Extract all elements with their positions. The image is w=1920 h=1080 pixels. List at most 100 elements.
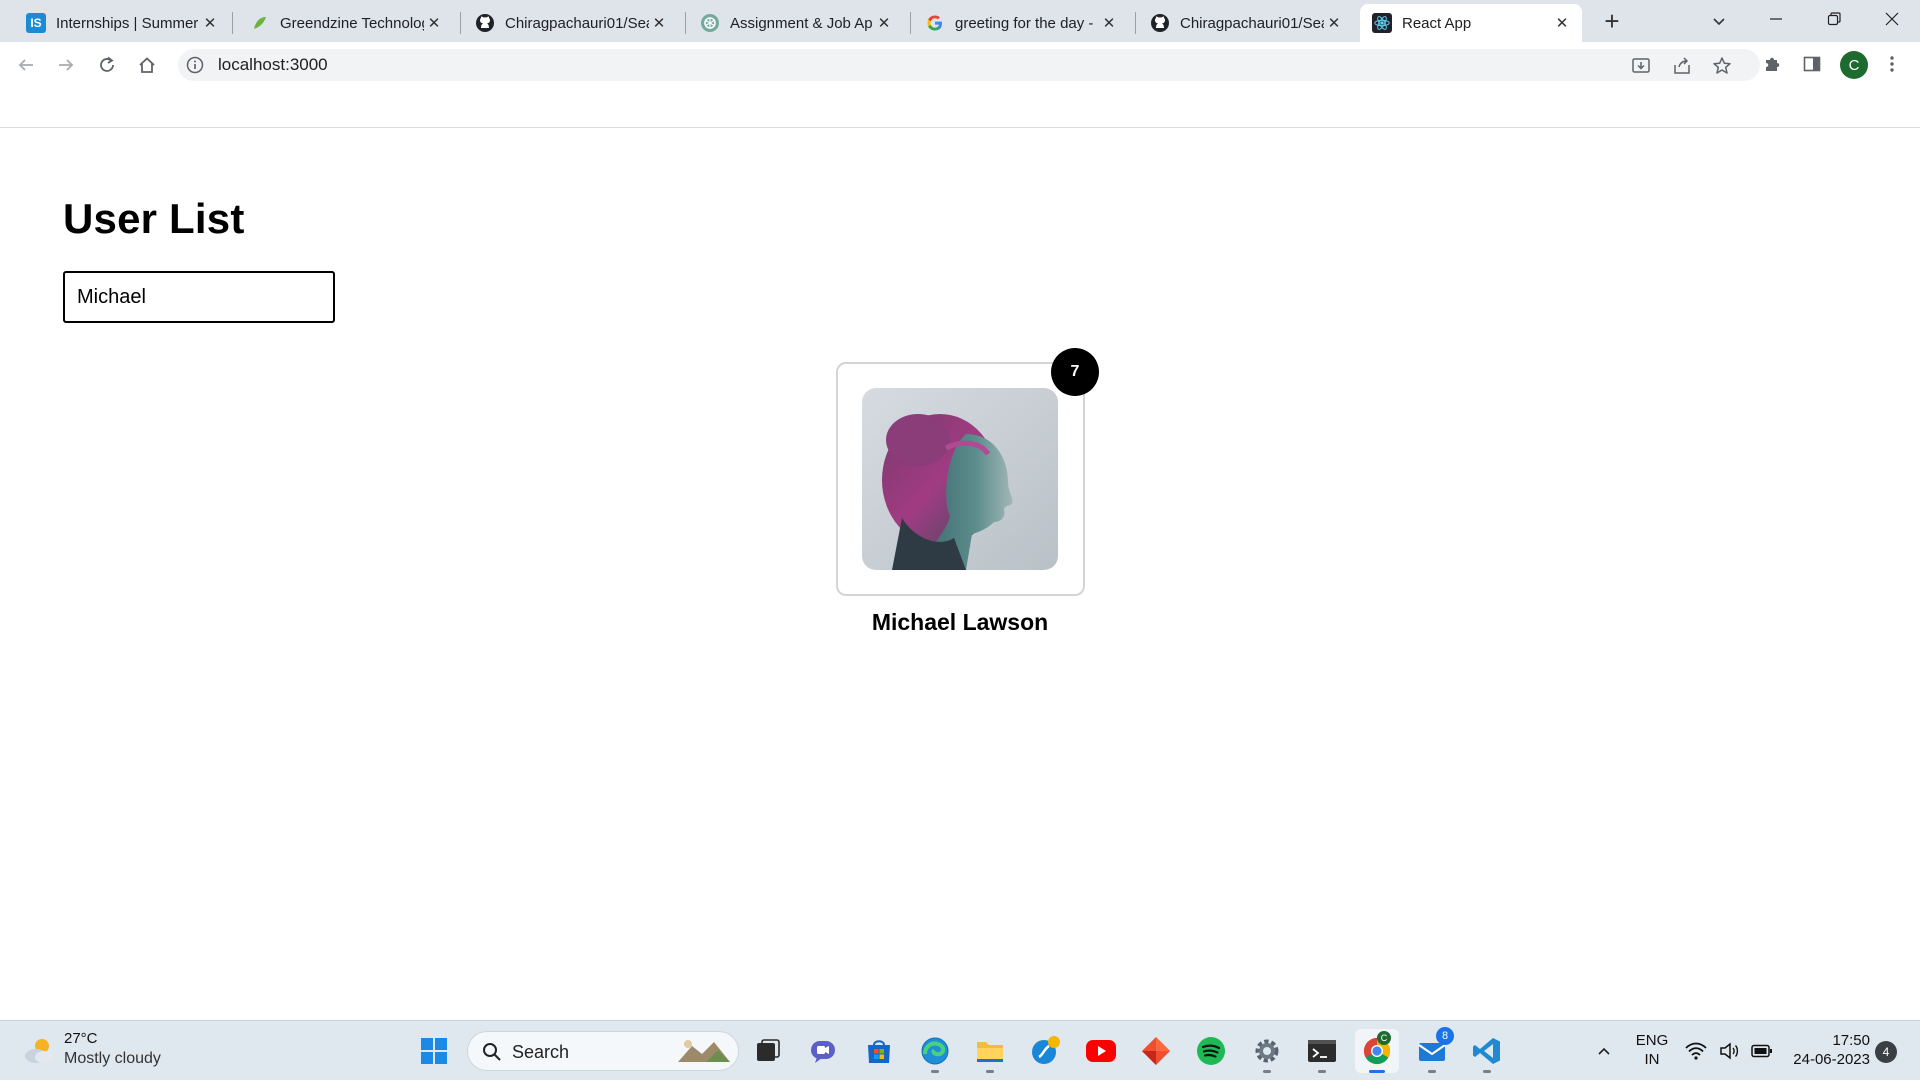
weather-condition: Mostly cloudy (64, 1050, 161, 1067)
microsoft-store-button[interactable] (857, 1029, 901, 1073)
forward-button[interactable] (50, 49, 82, 81)
react-icon (1372, 13, 1392, 33)
tab-separator (460, 12, 461, 34)
tab-title: Greendzine Technolog (280, 14, 424, 32)
volume-icon (1720, 1042, 1739, 1060)
running-indicator (1263, 1070, 1271, 1073)
search-input[interactable] (63, 271, 335, 323)
chrome-button[interactable]: C (1355, 1029, 1399, 1073)
task-view-button[interactable] (746, 1029, 790, 1073)
bookmark-star-icon[interactable] (1712, 56, 1732, 76)
close-icon[interactable]: ✕ (1552, 13, 1572, 33)
close-window-button[interactable] (1864, 0, 1920, 38)
system-clock[interactable]: 17:50 24-06-2023 (1780, 1031, 1870, 1069)
microsoft-store-icon (868, 1040, 890, 1063)
arrow-right-icon (59, 59, 74, 71)
language-code: ENG (1635, 1032, 1669, 1049)
tab-google-search[interactable]: greeting for the day - ✕ (913, 4, 1129, 42)
more-vert-icon (1890, 56, 1894, 72)
file-explorer-button[interactable] (968, 1029, 1012, 1073)
spotify-button[interactable] (1189, 1029, 1233, 1073)
running-indicator (1483, 1070, 1491, 1073)
avatar (862, 388, 1058, 570)
start-button[interactable] (412, 1029, 456, 1073)
tab-internshala[interactable]: IS Internships | Summer ✕ (14, 4, 230, 42)
tab-separator (685, 12, 686, 34)
info-icon[interactable] (186, 56, 204, 74)
internshala-icon: IS (26, 13, 46, 33)
tab-chatgpt[interactable]: Assignment & Job Ap ✕ (688, 4, 904, 42)
windows-taskbar: 27°C Mostly cloudy Search C 8 ENG IN 17:… (0, 1020, 1920, 1080)
close-icon (1885, 12, 1899, 26)
address-bar[interactable]: localhost:3000 (178, 49, 1760, 81)
teams-chat-button[interactable] (801, 1029, 845, 1073)
back-button[interactable] (10, 49, 42, 81)
edge-icon (921, 1037, 949, 1065)
tab-search-button[interactable] (1704, 6, 1734, 36)
close-icon[interactable]: ✕ (1099, 13, 1119, 33)
close-icon[interactable]: ✕ (200, 13, 220, 33)
minimize-button[interactable] (1748, 0, 1804, 38)
system-tray-status[interactable] (1684, 1029, 1774, 1073)
mail-button[interactable]: 8 (1410, 1027, 1454, 1073)
windows-start-icon (421, 1038, 447, 1064)
tab-title: Chiragpachauri01/Sea (1180, 14, 1324, 32)
weather-temp: 27°C (64, 1030, 98, 1047)
home-button[interactable] (131, 49, 163, 81)
reload-button[interactable] (91, 49, 123, 81)
tab-react-app[interactable]: React App ✕ (1360, 4, 1582, 42)
chevron-down-icon (1713, 18, 1725, 26)
close-icon[interactable]: ✕ (649, 13, 669, 33)
unknown-app-button[interactable] (1024, 1029, 1068, 1073)
reload-icon (100, 56, 114, 72)
chrome-menu-button[interactable] (1876, 48, 1908, 80)
settings-button[interactable] (1245, 1029, 1289, 1073)
new-tab-button[interactable]: + (1597, 6, 1627, 36)
user-card[interactable] (836, 362, 1085, 596)
input-language-indicator[interactable]: ENG IN (1634, 1031, 1670, 1069)
extensions-button[interactable] (1756, 48, 1788, 80)
restore-button[interactable] (1806, 0, 1862, 38)
notification-count-badge[interactable]: 4 (1875, 1041, 1897, 1063)
youtube-button[interactable] (1079, 1029, 1123, 1073)
github-icon (475, 13, 495, 33)
share-icon[interactable] (1672, 56, 1692, 76)
tab-greendzine[interactable]: Greendzine Technolog ✕ (238, 4, 454, 42)
running-indicator (1428, 1070, 1436, 1073)
url-text[interactable]: localhost:3000 (218, 55, 328, 75)
side-panel-button[interactable] (1796, 48, 1828, 80)
running-indicator (986, 1070, 994, 1073)
tab-github-1[interactable]: Chiragpachauri01/Sea ✕ (463, 4, 679, 42)
clock-time: 17:50 (1832, 1032, 1870, 1049)
show-hidden-icons-button[interactable] (1592, 1029, 1616, 1073)
restore-icon (1827, 12, 1841, 26)
profile-avatar[interactable]: C (1840, 51, 1868, 79)
close-icon[interactable]: ✕ (874, 13, 894, 33)
install-app-icon[interactable] (1631, 56, 1651, 76)
terminal-button[interactable] (1300, 1029, 1344, 1073)
weather-widget[interactable]: 27°C Mostly cloudy (22, 1029, 222, 1073)
github-icon (1150, 13, 1170, 33)
settings-icon (1255, 1039, 1279, 1063)
vscode-button[interactable] (1465, 1029, 1509, 1073)
chevron-up-icon (1598, 1047, 1610, 1055)
running-indicator (931, 1070, 939, 1073)
close-icon[interactable]: ✕ (1324, 13, 1344, 33)
taskbar-search[interactable]: Search (467, 1031, 739, 1071)
page-title: User List (63, 195, 245, 242)
tab-github-2[interactable]: Chiragpachauri01/Sea ✕ (1138, 4, 1354, 42)
file-explorer-icon (977, 1042, 1003, 1062)
tab-separator (910, 12, 911, 34)
spotify-icon (1197, 1037, 1225, 1065)
chatgpt-icon (700, 13, 720, 33)
browser-toolbar: localhost:3000 C (0, 42, 1920, 88)
user-count-badge: 7 (1051, 348, 1099, 396)
git-button[interactable] (1134, 1029, 1178, 1073)
edge-button[interactable] (913, 1029, 957, 1073)
language-region: IN (1644, 1051, 1660, 1068)
cloudy-weather-icon (25, 1039, 53, 1063)
close-icon[interactable]: ✕ (424, 13, 444, 33)
tab-separator (232, 12, 233, 34)
wifi-icon (1685, 1042, 1707, 1060)
youtube-icon (1086, 1040, 1116, 1062)
